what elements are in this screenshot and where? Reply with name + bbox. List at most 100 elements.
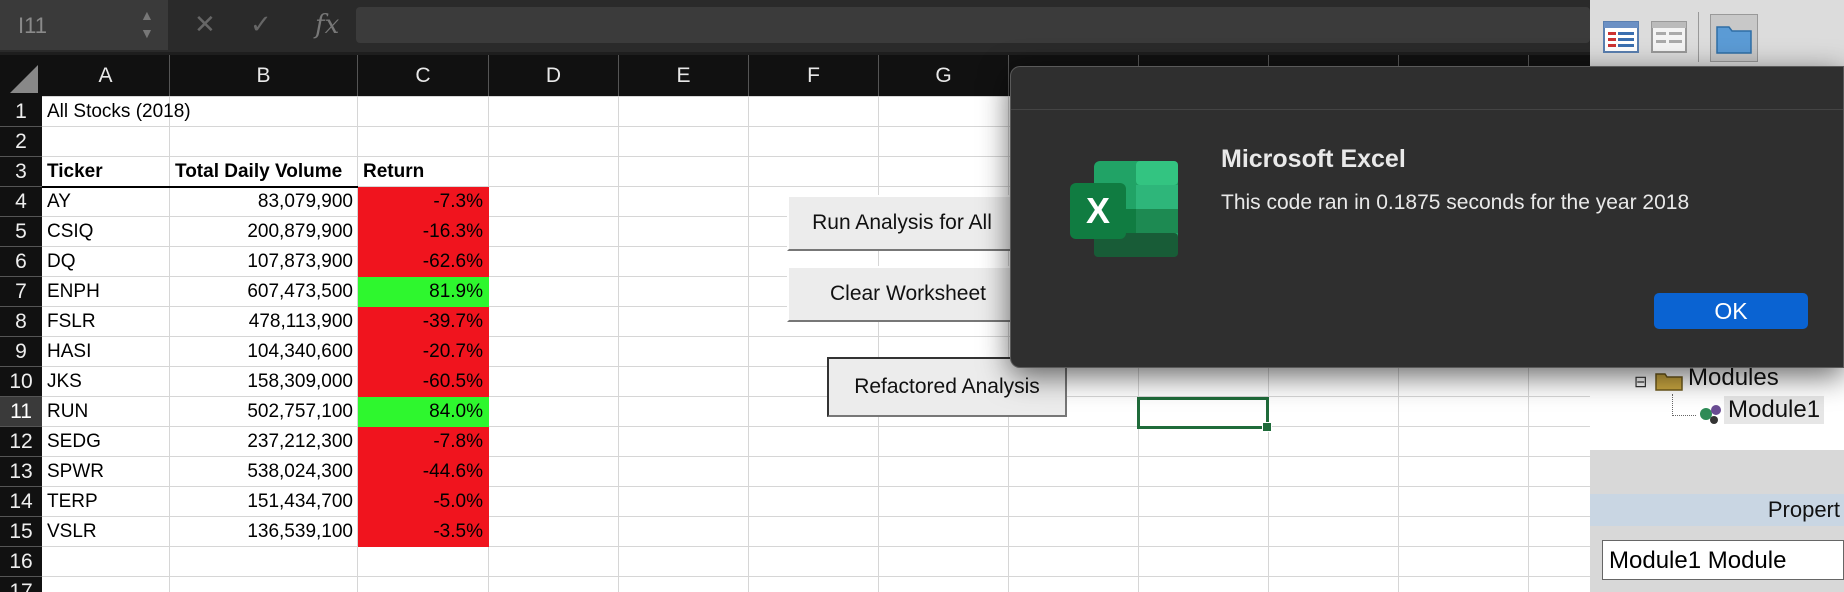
ticker-cell[interactable]: SEDG: [42, 427, 170, 457]
ticker-cell[interactable]: AY: [42, 187, 170, 217]
row-header-12[interactable]: 12: [0, 427, 42, 457]
logo-letter: X: [1086, 190, 1110, 231]
dialog-message: This code ran in 0.1875 seconds for the …: [1221, 191, 1690, 214]
name-box[interactable]: I11 ▲ ▼: [0, 0, 168, 50]
row-header-13[interactable]: 13: [0, 457, 42, 487]
ticker-cell[interactable]: FSLR: [42, 307, 170, 337]
volume-cell[interactable]: 502,757,100: [170, 397, 358, 427]
properties-object-select[interactable]: Module1 Module: [1602, 540, 1844, 580]
volume-cell[interactable]: 200,879,900: [170, 217, 358, 247]
column-header-a[interactable]: A: [42, 55, 170, 97]
ticker-cell[interactable]: CSIQ: [42, 217, 170, 247]
run-analysis-button[interactable]: Run Analysis for All: [787, 195, 1017, 251]
row-header-14[interactable]: 14: [0, 487, 42, 517]
project-tree: ⊟ Modules Module1: [1590, 360, 1844, 450]
name-box-spinner-icon[interactable]: ▲ ▼: [140, 6, 154, 42]
return-cell[interactable]: -44.6%: [358, 457, 489, 487]
return-header[interactable]: Return: [358, 157, 489, 187]
dialog-title: Microsoft Excel: [1221, 145, 1406, 173]
formula-bar: I11 ▲ ▼ ✕ ✓ fx: [0, 0, 1590, 55]
select-all-corner[interactable]: [0, 55, 42, 97]
message-dialog: X Microsoft Excel This code ran in 0.187…: [1010, 66, 1844, 368]
volume-cell[interactable]: 478,113,900: [170, 307, 358, 337]
column-header-f[interactable]: F: [749, 55, 879, 97]
module-icon: [1700, 405, 1721, 424]
toggle-folders-icon[interactable]: [1710, 14, 1758, 62]
volume-cell[interactable]: 83,079,900: [170, 187, 358, 217]
volume-cell[interactable]: 104,340,600: [170, 337, 358, 367]
return-cell[interactable]: -7.3%: [358, 187, 489, 217]
column-header-e[interactable]: E: [619, 55, 749, 97]
excel-app-icon: X: [1070, 161, 1178, 257]
cancel-formula-icon[interactable]: ✕: [194, 9, 216, 40]
row-header-11[interactable]: 11: [0, 397, 42, 427]
cell-a1[interactable]: All Stocks (2018): [42, 97, 358, 127]
volume-cell[interactable]: 136,539,100: [170, 517, 358, 547]
ticker-cell[interactable]: HASI: [42, 337, 170, 367]
dialog-titlebar: [1011, 67, 1843, 110]
column-gridline: [1008, 97, 1009, 592]
modules-node[interactable]: Modules: [1688, 364, 1779, 392]
volume-cell[interactable]: 237,212,300: [170, 427, 358, 457]
ok-button[interactable]: OK: [1654, 293, 1808, 329]
volume-header[interactable]: Total Daily Volume: [170, 157, 358, 187]
module1-node[interactable]: Module1: [1724, 396, 1825, 424]
properties-title: Propert: [1590, 494, 1844, 526]
row-header-10[interactable]: 10: [0, 367, 42, 397]
vba-toolbar: [1590, 0, 1844, 67]
return-cell[interactable]: -60.5%: [358, 367, 489, 397]
row-header-4[interactable]: 4: [0, 187, 42, 217]
row-header-16[interactable]: 16: [0, 547, 42, 577]
column-header-d[interactable]: D: [489, 55, 619, 97]
return-cell[interactable]: 84.0%: [358, 397, 489, 427]
formula-input[interactable]: [356, 7, 1590, 43]
row-header-15[interactable]: 15: [0, 517, 42, 547]
return-cell[interactable]: 81.9%: [358, 277, 489, 307]
ticker-cell[interactable]: ENPH: [42, 277, 170, 307]
ticker-cell[interactable]: DQ: [42, 247, 170, 277]
row-header-7[interactable]: 7: [0, 277, 42, 307]
row-header-3[interactable]: 3: [0, 157, 42, 187]
ticker-cell[interactable]: VSLR: [42, 517, 170, 547]
return-cell[interactable]: -7.8%: [358, 427, 489, 457]
volume-cell[interactable]: 538,024,300: [170, 457, 358, 487]
return-cell[interactable]: -39.7%: [358, 307, 489, 337]
name-box-value: I11: [18, 13, 47, 38]
confirm-formula-icon[interactable]: ✓: [250, 9, 272, 40]
row-header-2[interactable]: 2: [0, 127, 42, 157]
column-gridline: [878, 97, 879, 592]
return-cell[interactable]: -20.7%: [358, 337, 489, 367]
collapse-modules-icon[interactable]: ⊟: [1634, 372, 1647, 392]
column-header-b[interactable]: B: [170, 55, 358, 97]
row-header-1[interactable]: 1: [0, 97, 42, 127]
column-header-c[interactable]: C: [358, 55, 489, 97]
ticker-header[interactable]: Ticker: [42, 157, 170, 187]
ticker-cell[interactable]: JKS: [42, 367, 170, 397]
active-cell-selection[interactable]: [1137, 397, 1272, 432]
return-cell[interactable]: -62.6%: [358, 247, 489, 277]
ticker-cell[interactable]: RUN: [42, 397, 170, 427]
return-cell[interactable]: -5.0%: [358, 487, 489, 517]
insert-function-icon[interactable]: fx: [315, 10, 339, 40]
column-gridline: [748, 97, 749, 592]
row-header-9[interactable]: 9: [0, 337, 42, 367]
row-header-5[interactable]: 5: [0, 217, 42, 247]
view-object-icon[interactable]: [1650, 18, 1688, 56]
clear-worksheet-button[interactable]: Clear Worksheet: [787, 266, 1029, 322]
row-header-8[interactable]: 8: [0, 307, 42, 337]
return-cell[interactable]: -16.3%: [358, 217, 489, 247]
view-code-icon[interactable]: [1602, 18, 1640, 56]
ticker-cell[interactable]: TERP: [42, 487, 170, 517]
column-gridline: [618, 97, 619, 592]
row-header-17[interactable]: 17: [0, 577, 42, 592]
ticker-cell[interactable]: SPWR: [42, 457, 170, 487]
volume-cell[interactable]: 607,473,500: [170, 277, 358, 307]
column-header-g[interactable]: G: [879, 55, 1009, 97]
toolbar-divider: [1698, 12, 1699, 62]
volume-cell[interactable]: 151,434,700: [170, 487, 358, 517]
return-cell[interactable]: -3.5%: [358, 517, 489, 547]
volume-cell[interactable]: 107,873,900: [170, 247, 358, 277]
tree-connector: [1672, 415, 1696, 417]
row-header-6[interactable]: 6: [0, 247, 42, 277]
volume-cell[interactable]: 158,309,000: [170, 367, 358, 397]
